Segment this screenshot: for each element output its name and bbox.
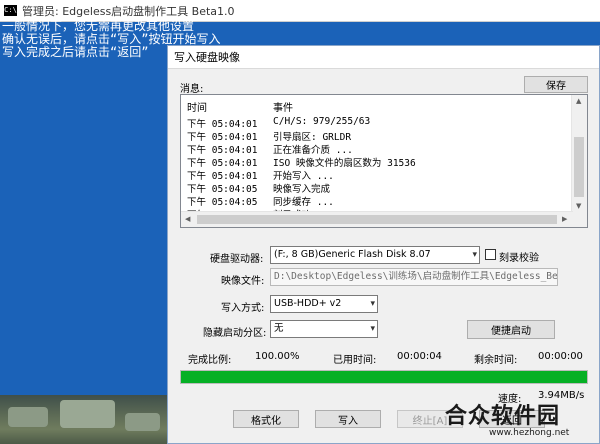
- watermark-logo: 合众软件园 www.hezhong.net: [445, 398, 600, 444]
- progress-label: 完成比例:: [188, 355, 232, 366]
- log-vertical-scroll-thumb[interactable]: [574, 137, 584, 197]
- log-column-event: 事件: [273, 103, 293, 114]
- drive-select[interactable]: (F:, 8 GB)Generic Flash Disk 8.07 ▾: [270, 246, 480, 264]
- log-horizontal-scrollbar[interactable]: ◀ ▶: [181, 211, 573, 227]
- remaining-value: 00:00:00: [538, 351, 583, 362]
- image-file-field[interactable]: D:\Desktop\Edgeless\训练场\启动盘制作工具\Edgeless…: [270, 268, 558, 286]
- save-button[interactable]: 保存: [524, 76, 588, 93]
- watermark-url: www.hezhong.net: [489, 428, 570, 438]
- log-column-time: 时间: [187, 103, 207, 114]
- hidden-partition-label: 隐藏启动分区:: [203, 328, 267, 339]
- scroll-left-icon[interactable]: ◀: [185, 215, 190, 223]
- verify-checkbox[interactable]: [485, 249, 496, 260]
- remaining-label: 剩余时间:: [474, 355, 518, 366]
- message-log[interactable]: 时间 事件 下午 05:04:01 C/H/S: 979/255/63 下午 05…: [180, 94, 588, 228]
- image-file-label: 映像文件:: [221, 276, 265, 287]
- progress-value: 100.00%: [255, 351, 300, 362]
- format-button[interactable]: 格式化: [233, 410, 299, 428]
- chevron-down-icon: ▾: [472, 250, 477, 260]
- elapsed-label: 已用时间:: [333, 355, 377, 366]
- write-mode-label: 写入方式:: [221, 303, 265, 314]
- watermark-text: 合众软件园: [445, 404, 561, 429]
- write-button[interactable]: 写入: [315, 410, 381, 428]
- console-icon: C:\: [4, 5, 17, 16]
- scroll-down-icon[interactable]: ▼: [576, 202, 581, 210]
- scrollbar-corner: [572, 212, 587, 227]
- drive-select-value: (F:, 8 GB)Generic Flash Disk 8.07: [274, 249, 431, 260]
- dialog-title: 写入硬盘映像: [168, 46, 599, 69]
- chevron-down-icon: ▾: [370, 299, 375, 309]
- chevron-down-icon: ▾: [370, 324, 375, 334]
- write-mode-select[interactable]: USB-HDD+ v2 ▾: [270, 295, 378, 313]
- write-disk-image-dialog: 写入硬盘映像 消息: 保存 时间 事件 下午 05:04:01 C/H/S: 97…: [167, 45, 600, 444]
- hidden-partition-select-value: 无: [274, 323, 284, 334]
- console-line: 写入完成之后请点击“返回”: [2, 45, 149, 59]
- log-vertical-scrollbar[interactable]: ▲ ▼: [571, 95, 587, 213]
- drive-label: 硬盘驱动器:: [210, 254, 264, 265]
- scroll-up-icon[interactable]: ▲: [576, 97, 581, 105]
- scroll-right-icon[interactable]: ▶: [562, 215, 567, 223]
- progress-bar-fill: [181, 371, 587, 383]
- hidden-partition-select[interactable]: 无 ▾: [270, 320, 378, 338]
- verify-label: 刻录校验: [499, 253, 539, 264]
- desktop-wallpaper: [0, 395, 170, 444]
- progress-bar: [180, 370, 588, 384]
- message-label: 消息:: [180, 84, 204, 95]
- elapsed-value: 00:00:04: [397, 351, 442, 362]
- quick-boot-button[interactable]: 便捷启动: [467, 320, 555, 339]
- write-mode-select-value: USB-HDD+ v2: [274, 298, 342, 309]
- log-horizontal-scroll-thumb[interactable]: [197, 215, 557, 224]
